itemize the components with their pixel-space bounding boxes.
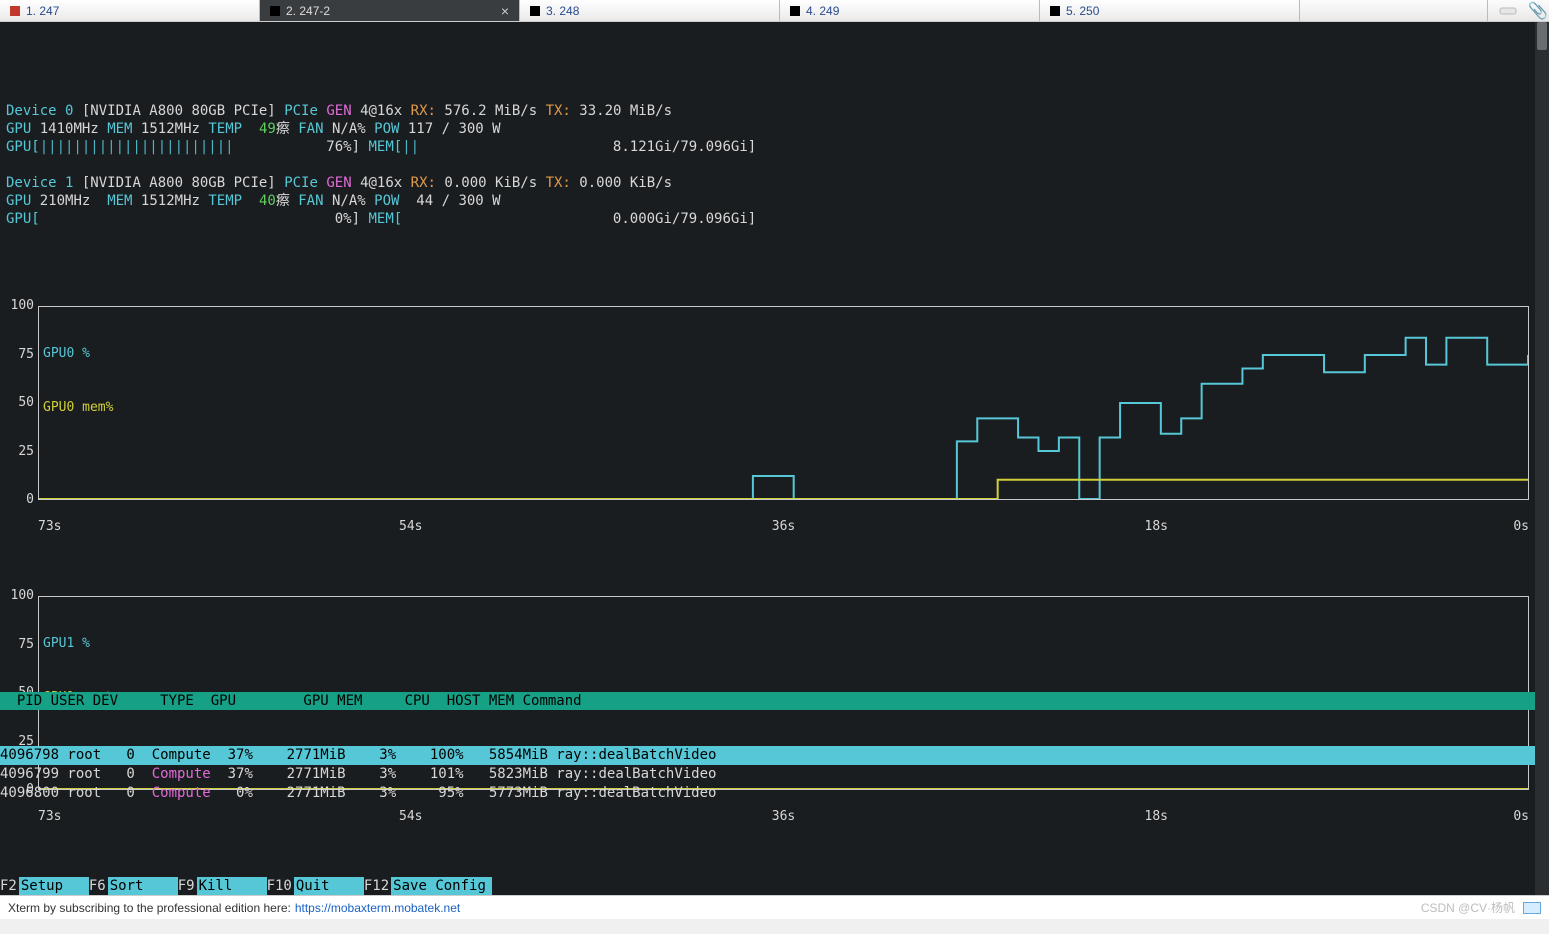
fkey-label: Kill: [197, 877, 267, 895]
close-icon[interactable]: ×: [501, 3, 509, 19]
tab-2[interactable]: 2. 247-2 ×: [260, 0, 520, 21]
chart-gpu0: 1007550250 GPU0 % GPU0 mem% 73s54s36s18s…: [6, 306, 1543, 518]
fkey-label: Quit: [294, 877, 364, 895]
tab-label: 4. 249: [806, 4, 839, 18]
tab-label: 1. 247: [26, 4, 59, 18]
terminal-icon: [270, 6, 280, 16]
chart0-plot: [39, 307, 1528, 499]
terminal-icon: [10, 6, 20, 16]
tabbar-spacer: [1300, 0, 1487, 21]
process-table: PID USER DEV TYPE GPU GPU MEM CPU HOST M…: [0, 656, 1535, 839]
terminal-icon: [530, 6, 540, 16]
device-1-line1: Device 1 [NVIDIA A800 80GB PCIe] PCIe GE…: [6, 174, 1543, 192]
device-1-line3: GPU[ 0%] MEM[ 0.000Gi/79.096Gi]: [6, 210, 1543, 228]
fkey-key: F9: [178, 877, 197, 895]
chart0-yaxis: 1007550250: [6, 306, 36, 500]
device-0-line3: GPU[||||||||||||||||||||||| 76%] MEM[|| …: [6, 138, 1543, 156]
fkey-label: Save Config: [391, 877, 492, 895]
fkey-f6[interactable]: F6Sort: [89, 877, 178, 895]
process-row[interactable]: 4096800 root 0 Compute 0% 2771MiB 3% 95%…: [0, 784, 1535, 803]
tab-label: 5. 250: [1066, 4, 1099, 18]
fkey-key: F6: [89, 877, 108, 895]
terminal-icon: [790, 6, 800, 16]
fkey-f9[interactable]: F9Kill: [178, 877, 267, 895]
terminal-icon: [1050, 6, 1060, 16]
process-row[interactable]: 4096799 root 0 Compute 37% 2771MiB 3% 10…: [0, 765, 1535, 784]
fkey-f2[interactable]: F2Setup: [0, 877, 89, 895]
fkey-key: F12: [364, 877, 391, 895]
fkey-key: F2: [0, 877, 19, 895]
function-keys: F2SetupF6SortF9KillF10QuitF12Save Config: [0, 877, 1535, 895]
fkey-label: Setup: [19, 877, 89, 895]
tab-3[interactable]: 3. 248: [520, 0, 780, 21]
tabbar-overflow-button[interactable]: [1487, 0, 1527, 21]
tab-label: 3. 248: [546, 4, 579, 18]
fkey-label: Sort: [108, 877, 178, 895]
device-1-line2: GPU 210MHz MEM 1512MHz TEMP 40瘵 FAN N/A%…: [6, 192, 1543, 210]
fkey-f10[interactable]: F10Quit: [267, 877, 364, 895]
attachment-icon[interactable]: 📎: [1527, 0, 1549, 21]
blank-line: [6, 156, 1543, 174]
device-0-line2: GPU 1410MHz MEM 1512MHz TEMP 49瘵 FAN N/A…: [6, 120, 1543, 138]
tab-5[interactable]: 5. 250: [1040, 0, 1300, 21]
fkey-f12[interactable]: F12Save Config: [364, 877, 492, 895]
tab-4[interactable]: 4. 249: [780, 0, 1040, 21]
scrollbar-thumb[interactable]: [1537, 22, 1547, 50]
process-header[interactable]: PID USER DEV TYPE GPU GPU MEM CPU HOST M…: [0, 692, 1535, 710]
tab-bar: 1. 247 2. 247-2 × 3. 248 4. 249 5. 250 📎: [0, 0, 1549, 22]
tab-1[interactable]: 1. 247: [0, 0, 260, 21]
terminal[interactable]: Device 0 [NVIDIA A800 80GB PCIe] PCIe GE…: [0, 22, 1549, 895]
tab-label: 2. 247-2: [286, 4, 330, 18]
process-row[interactable]: 4096798 root 0 Compute 37% 2771MiB 3% 10…: [0, 746, 1535, 765]
chart0-box: GPU0 % GPU0 mem%: [38, 306, 1529, 500]
device-0-line1: Device 0 [NVIDIA A800 80GB PCIe] PCIe GE…: [6, 102, 1543, 120]
fkey-key: F10: [267, 877, 294, 895]
